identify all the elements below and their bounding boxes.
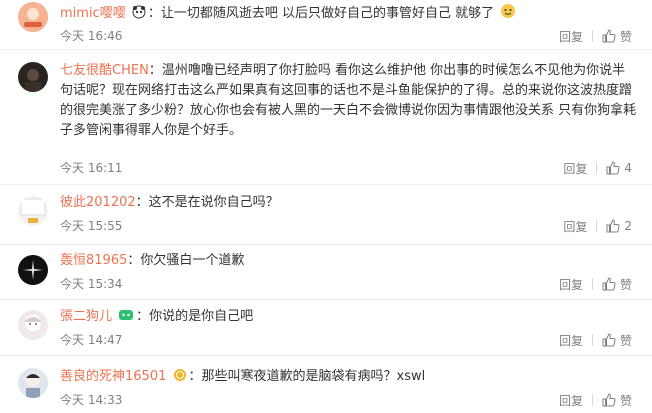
like-button[interactable]: 2 (606, 219, 632, 233)
comment-text: 彼此201202：这不是在说你自己吗？ (60, 193, 638, 213)
comment-list: mimic嘤嘤 ：让一切都随风逝去吧 以后只做好自己的事管好自己 就够了 今天 … (0, 0, 652, 413)
like-label: 赞 (619, 333, 632, 348)
comment-meta: 今天 14:47 回复 赞 (60, 330, 638, 350)
comment-meta: 今天 15:34 回复 赞 (60, 274, 638, 294)
comment-item: 張二狗儿 ：你说的是你自己吧 今天 14:47 回复 赞 (0, 300, 652, 356)
reply-button[interactable]: 回复 (559, 28, 592, 45)
comment-item: 轰恒81965：你欠骚白一个道歉 今天 15:34 回复 赞 (0, 245, 652, 300)
action-divider (591, 334, 593, 346)
comment-separator: ： (147, 6, 161, 21)
avatar[interactable] (18, 2, 48, 32)
action-divider (591, 278, 593, 290)
like-button[interactable]: 赞 (602, 276, 632, 293)
username-link[interactable]: 轰恒81965 (60, 253, 127, 268)
username-link[interactable]: 善良的死神16501 (60, 369, 166, 384)
action-divider (596, 162, 598, 174)
thumbs-up-icon (606, 161, 620, 175)
like-button[interactable]: 赞 (602, 28, 632, 45)
comment-separator: ： (135, 195, 149, 210)
like-button[interactable]: 赞 (602, 332, 632, 349)
comment-text: mimic嘤嘤 ：让一切都随风逝去吧 以后只做好自己的事管好自己 就够了 (60, 3, 638, 26)
like-label: 赞 (619, 277, 632, 292)
like-label: 赞 (619, 393, 632, 408)
comment-separator: ： (188, 369, 202, 384)
reply-button[interactable]: 回复 (563, 160, 596, 177)
member-badge-icon (118, 308, 134, 329)
comment-meta: 今天 15:55 回复 2 (60, 216, 638, 236)
comment-body: 你欠骚白一个道歉 (140, 253, 245, 268)
timestamp: 今天 16:11 (60, 161, 123, 175)
avatar[interactable] (18, 255, 48, 285)
reply-button[interactable]: 回复 (559, 392, 592, 409)
like-button[interactable]: 4 (606, 161, 632, 175)
timestamp: 今天 14:33 (60, 393, 123, 407)
thumbs-up-icon (606, 219, 620, 233)
username-link[interactable]: 張二狗儿 (60, 309, 112, 324)
avatar[interactable] (18, 196, 48, 226)
comment-item: 彼此201202：这不是在说你自己吗？ 今天 15:55 回复 2 (0, 185, 652, 245)
thumbs-up-icon (602, 277, 616, 291)
like-count: 4 (624, 161, 632, 175)
comment-body: 让一切都随风逝去吧 以后只做好自己的事管好自己 就够了 (160, 6, 495, 21)
username-link[interactable]: 彼此201202 (60, 195, 136, 210)
thumbs-up-icon (602, 333, 616, 347)
like-label: 赞 (619, 29, 632, 44)
avatar[interactable] (18, 62, 48, 92)
username-link[interactable]: mimic嘤嘤 (60, 6, 126, 21)
thumbs-up-icon (602, 393, 616, 407)
comment-text: 轰恒81965：你欠骚白一个道歉 (60, 251, 638, 271)
username-link[interactable]: 七友很酷CHEN (60, 63, 149, 78)
comment-text: 張二狗儿 ：你说的是你自己吧 (60, 307, 638, 329)
gold-medal-icon (173, 368, 187, 389)
comment-body: 你说的是你自己吧 (149, 309, 254, 324)
timestamp: 今天 16:46 (60, 29, 123, 43)
timestamp: 今天 15:55 (60, 219, 123, 233)
comment-text: 善良的死神16501 ：那些叫寒夜道歉的是脑袋有病吗？xswl (60, 367, 638, 389)
thumbs-up-icon (602, 29, 616, 43)
timestamp: 今天 15:34 (60, 277, 123, 291)
action-divider (591, 394, 593, 406)
action-divider (596, 220, 598, 232)
comment-item: 善良的死神16501 ：那些叫寒夜道歉的是脑袋有病吗？xswl 今天 14:33… (0, 356, 652, 413)
reply-button[interactable]: 回复 (559, 276, 592, 293)
comment-meta: 今天 16:11 回复 4 (60, 158, 638, 178)
comment-item: mimic嘤嘤 ：让一切都随风逝去吧 以后只做好自己的事管好自己 就够了 今天 … (0, 0, 652, 50)
comment-separator: ： (148, 63, 162, 78)
dog-emoji-icon (500, 3, 516, 26)
avatar[interactable] (18, 310, 48, 340)
reply-button[interactable]: 回复 (559, 332, 592, 349)
action-divider (591, 30, 593, 42)
comment-item: 七友很酷CHEN：温州噜噜已经声明了你打脸吗 看你这么维护他 你出事的时候怎么不… (0, 50, 652, 185)
timestamp: 今天 14:47 (60, 333, 123, 347)
like-count: 2 (624, 219, 632, 233)
comment-body: 这不是在说你自己吗？ (148, 195, 279, 210)
comment-separator: ： (127, 253, 141, 268)
panda-icon (132, 5, 146, 26)
comment-separator: ： (136, 309, 150, 324)
comment-meta: 今天 16:46 回复 赞 (60, 26, 638, 46)
reply-button[interactable]: 回复 (563, 218, 596, 235)
like-button[interactable]: 赞 (602, 392, 632, 409)
comment-text: 七友很酷CHEN：温州噜噜已经声明了你打脸吗 看你这么维护他 你出事的时候怎么不… (60, 61, 638, 141)
avatar[interactable] (18, 368, 48, 398)
comment-body: 那些叫寒夜道歉的是脑袋有病吗？xswl (201, 369, 426, 384)
comment-meta: 今天 14:33 回复 赞 (60, 390, 638, 410)
